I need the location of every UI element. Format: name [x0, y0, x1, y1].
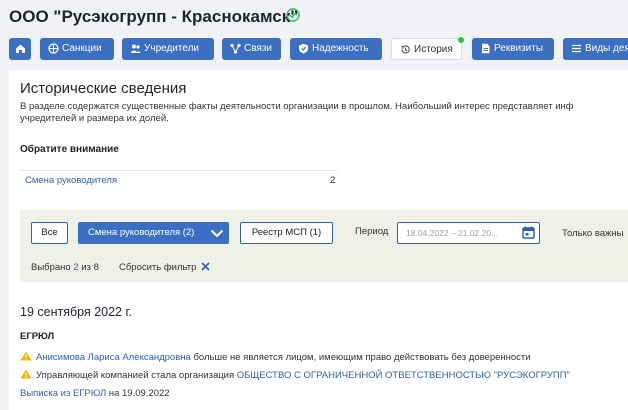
filter-bar: Все Смена руководителя (2) Реестр МСП (1…	[20, 210, 628, 282]
connections-icon	[230, 43, 241, 54]
event-date-heading: 19 сентября 2022 г.	[20, 305, 132, 319]
close-icon	[201, 262, 210, 271]
filter-all-button[interactable]: Все	[31, 222, 68, 244]
section-title: Исторические сведения	[20, 80, 187, 97]
home-icon	[16, 44, 25, 53]
document-icon	[482, 43, 490, 54]
reset-filter-link[interactable]: Сбросить фильтр	[119, 262, 210, 273]
history-update-dot	[458, 37, 464, 43]
event-item: Управляющей компанией стала организация …	[20, 369, 570, 381]
nav-history[interactable]: История	[391, 38, 462, 60]
nav-activities[interactable]: Виды деят	[563, 38, 628, 60]
history-icon	[400, 45, 410, 54]
shield-icon	[299, 43, 308, 54]
nav-founders[interactable]: Учредители	[122, 38, 214, 60]
event-source: ЕГРЮЛ	[20, 331, 55, 342]
notice-count: 2	[330, 175, 336, 186]
filter-msp-button[interactable]: Реестр МСП (1)	[240, 222, 333, 244]
important-only-label[interactable]: Только важны	[562, 228, 623, 239]
event-item: Анисимова Лариса Александровна больше не…	[20, 351, 531, 363]
nav-home[interactable]	[9, 38, 31, 60]
founders-icon	[130, 44, 141, 53]
notice-title: Обратите внимание	[20, 144, 119, 155]
notice-row: Смена руководителя 2	[20, 170, 338, 191]
section-description: В разделе содержатся существенные факты …	[20, 101, 574, 124]
nav-sanctions[interactable]: Санкции	[40, 38, 114, 60]
sanctions-icon	[48, 43, 59, 54]
verified-check-icon	[286, 8, 300, 22]
chevron-down-icon	[210, 229, 224, 238]
selected-summary: Выбрано 2 из 8	[31, 262, 99, 273]
calendar-icon[interactable]	[522, 226, 535, 239]
warning-icon	[20, 369, 32, 379]
nav-reliability[interactable]: Надежность	[290, 38, 382, 60]
warning-icon	[20, 351, 32, 361]
extract-row: Выписка из ЕГРЮЛ на 19.09.2022	[20, 388, 170, 399]
nav-requisites[interactable]: Реквизиты	[472, 38, 554, 60]
extract-link[interactable]: Выписка из ЕГРЮЛ	[20, 388, 106, 399]
nav-connections[interactable]: Связи	[222, 38, 281, 60]
organization-link[interactable]: ОБЩЕСТВО С ОГРАНИЧЕННОЙ ОТВЕТСТВЕННОСТЬЮ…	[237, 370, 570, 381]
list-icon	[572, 44, 581, 53]
notice-link-change-head[interactable]: Смена руководителя	[25, 175, 117, 186]
period-label: Период	[355, 226, 389, 237]
company-title: ООО "Русэкогрупп - Краснокамск"	[9, 7, 299, 26]
period-date-input[interactable]: 18.04.2022 – 21.02.20...	[397, 222, 540, 244]
filter-change-head-dropdown[interactable]: Смена руководителя (2)	[78, 222, 229, 244]
section-nav: Санкции Учредители Связи Надежность Исто…	[0, 37, 628, 62]
person-link[interactable]: Анисимова Лариса Александровна	[36, 352, 191, 363]
